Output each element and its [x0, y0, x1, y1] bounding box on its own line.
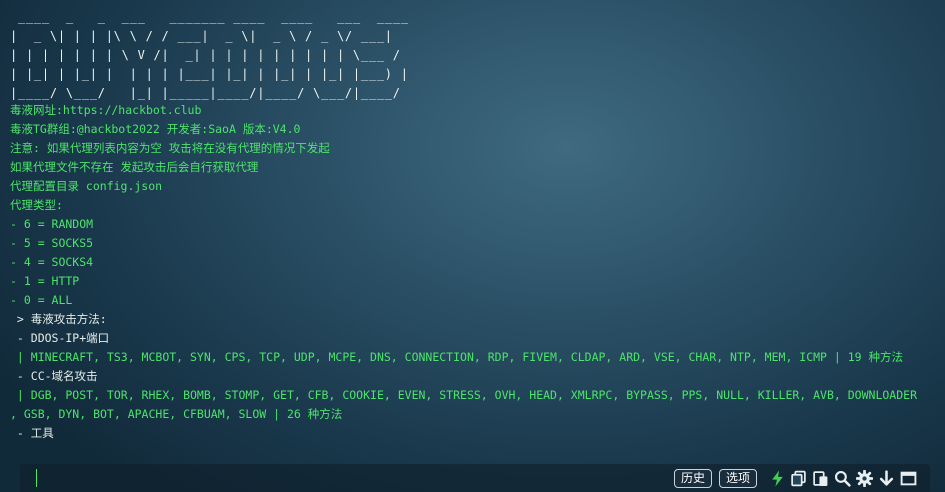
line-l4-heading: - DDOS-IP+端口	[10, 331, 110, 345]
line-l7-methods-cont: , GSB, DYN, BOT, APACHE, CFBUAM, SLOW | …	[10, 407, 343, 421]
ascii-banner: ____ _ _ ___ _______ ____ ____ ___ ____ …	[10, 10, 409, 100]
terminal-output[interactable]: ____ _ _ ___ _______ ____ ____ ___ ____ …	[0, 0, 945, 460]
line-website: 毒液网址:https://hackbot.club	[10, 103, 202, 117]
line-notice: 注意: 如果代理列表内容为空 攻击将在没有代理的情况下发起	[10, 141, 330, 155]
options-button[interactable]: 选项	[719, 469, 758, 488]
command-input-bar[interactable]: 历史 选项	[20, 464, 930, 492]
line-tools-heading: - 工具	[10, 426, 54, 440]
line-proxy-all: - 0 = ALL	[10, 293, 73, 307]
line-proxy-http: - 1 = HTTP	[10, 274, 80, 288]
line-proxy-note: 如果代理文件不存在 发起攻击后会自行获取代理	[10, 160, 259, 174]
line-proxy-random: - 6 = RANDOM	[10, 217, 94, 231]
paste-icon[interactable]	[812, 470, 829, 487]
copy-icon[interactable]	[790, 470, 807, 487]
terminal-lines: 毒液网址:https://hackbot.club 毒液TG群组:@hackbo…	[10, 101, 945, 443]
line-l7-methods: | DGB, POST, TOR, RHEX, BOMB, STOMP, GET…	[10, 388, 917, 402]
line-l7-heading: - CC-域名攻击	[10, 369, 98, 383]
gear-icon[interactable]	[856, 470, 873, 487]
text-cursor	[36, 469, 37, 487]
line-proxy-socks5: - 5 = SOCKS5	[10, 236, 94, 250]
lightning-icon[interactable]	[769, 470, 786, 487]
history-button[interactable]: 历史	[674, 469, 713, 488]
line-proxy-socks4: - 4 = SOCKS4	[10, 255, 94, 269]
window-icon[interactable]	[900, 470, 917, 487]
line-methods-heading: > 毒液攻击方法:	[10, 312, 107, 326]
line-tg-group: 毒液TG群组:@hackbot2022 开发者:SaoA 版本:V4.0	[10, 122, 301, 136]
line-proxy-config: 代理配置目录 config.json	[10, 179, 163, 193]
search-icon[interactable]	[834, 470, 851, 487]
arrow-down-icon[interactable]	[878, 470, 895, 487]
line-l4-methods: | MINECRAFT, TS3, MCBOT, SYN, CPS, TCP, …	[10, 350, 904, 364]
line-proxy-types: 代理类型:	[10, 198, 63, 212]
